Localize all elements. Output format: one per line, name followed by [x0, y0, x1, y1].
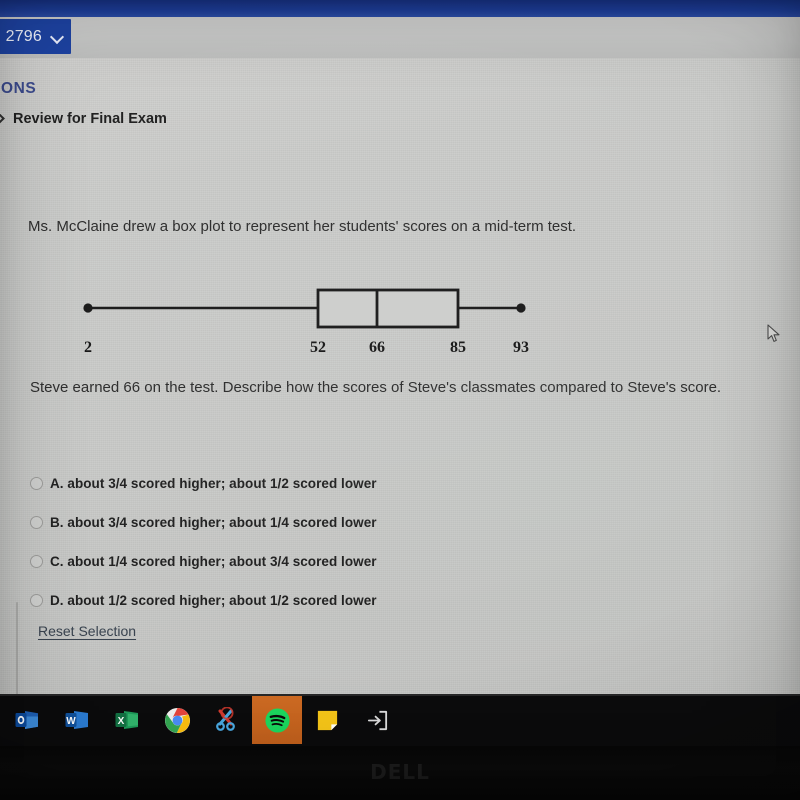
- excel-icon: X: [115, 711, 138, 729]
- lesson-title-label: Review for Final Exam: [13, 111, 167, 127]
- svg-text:X: X: [118, 716, 125, 727]
- snipping-tool-icon: [216, 707, 235, 731]
- chevron-down-icon: [51, 30, 64, 43]
- taskbar-item-chrome[interactable]: [152, 696, 202, 744]
- sidebar-item-review-final-exam[interactable]: Review for Final Exam: [0, 111, 167, 127]
- course-id-label: 2796: [5, 27, 42, 45]
- taskbar-item-logout[interactable]: [352, 696, 402, 744]
- tick-label-q3: 85: [450, 339, 466, 356]
- taskbar-icon-group: W X: [2, 694, 402, 746]
- box-plot-svg: 2 52 66 85 93: [83, 288, 529, 356]
- taskbar-item-excel[interactable]: X: [102, 696, 152, 744]
- question-prompt: Steve earned 66 on the test. Describe ho…: [30, 379, 722, 396]
- answer-option-d[interactable]: D. about 1/2 scored higher; about 1/2 sc…: [30, 581, 550, 620]
- windows-taskbar: W X: [0, 694, 800, 746]
- tick-label-median: 66: [369, 339, 385, 356]
- browser-toolbar-strip: [0, 17, 800, 58]
- word-icon: W: [65, 711, 88, 729]
- radio-button-b[interactable]: [30, 516, 43, 529]
- taskbar-item-word[interactable]: W: [52, 696, 102, 744]
- taskbar-item-snipping-tool[interactable]: [202, 696, 252, 744]
- browser-top-bar: [0, 0, 800, 17]
- mouse-cursor-icon: [767, 324, 780, 342]
- tick-label-q1: 52: [310, 339, 326, 356]
- question-stem: Ms. McClaine drew a box plot to represen…: [28, 218, 577, 235]
- max-endpoint-dot: [516, 303, 526, 313]
- tick-label-max: 93: [513, 339, 529, 356]
- dell-brand-logo: DELL: [370, 760, 430, 784]
- tick-label-min: 2: [84, 339, 92, 356]
- answer-label-a: A. about 3/4 scored higher; about 1/2 sc…: [50, 476, 377, 491]
- radio-button-d[interactable]: [30, 594, 43, 607]
- answer-label-c: C. about 1/4 scored higher; about 3/4 sc…: [50, 554, 377, 569]
- chrome-icon: [164, 707, 190, 733]
- taskbar-item-spotify[interactable]: [252, 696, 302, 744]
- taskbar-item-outlook[interactable]: [2, 696, 52, 744]
- laptop-screen-photo: 2796 SONS Review for Final Exam Ms. McCl…: [0, 0, 800, 800]
- course-id-button[interactable]: 2796: [0, 19, 71, 54]
- outlook-icon: [15, 711, 38, 729]
- svg-text:W: W: [66, 716, 76, 727]
- radio-button-a[interactable]: [30, 477, 43, 490]
- radio-button-c[interactable]: [30, 555, 43, 568]
- logout-icon: [367, 710, 387, 730]
- quiz-page: SONS Review for Final Exam Ms. McClaine …: [0, 58, 800, 714]
- answer-option-c[interactable]: C. about 1/4 scored higher; about 3/4 sc…: [30, 542, 550, 581]
- box-plot-figure: 2 52 66 85 93: [0, 280, 620, 390]
- taskbar-item-sticky-notes[interactable]: [302, 696, 352, 744]
- chevron-right-icon: [0, 113, 4, 125]
- sticky-notes-icon: [317, 710, 337, 730]
- lessons-section-header: SONS: [0, 80, 37, 97]
- reset-selection-link[interactable]: Reset Selection: [38, 623, 136, 639]
- answer-label-b: B. about 3/4 scored higher; about 1/4 sc…: [50, 515, 377, 530]
- answer-option-b[interactable]: B. about 3/4 scored higher; about 1/4 sc…: [30, 503, 550, 542]
- answer-options-list: A. about 3/4 scored higher; about 1/2 sc…: [30, 464, 550, 620]
- min-endpoint-dot: [83, 303, 93, 313]
- laptop-bezel: DELL: [0, 746, 800, 800]
- answer-option-a[interactable]: A. about 3/4 scored higher; about 1/2 sc…: [30, 464, 550, 503]
- box-iqr: [316, 288, 460, 329]
- answer-label-d: D. about 1/2 scored higher; about 1/2 sc…: [50, 593, 377, 608]
- spotify-icon: [264, 707, 290, 733]
